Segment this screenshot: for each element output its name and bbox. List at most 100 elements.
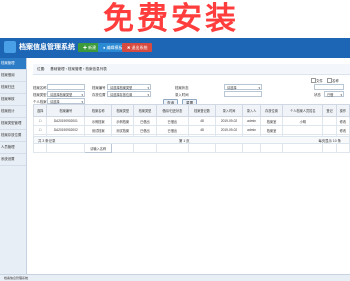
- chevron-down-icon: ▾: [340, 93, 342, 97]
- table-cell: [259, 143, 284, 153]
- table-cell: [133, 143, 157, 153]
- table-cell: 2019-09-02: [214, 125, 244, 135]
- pager-total: 共 3 条记录: [38, 139, 56, 143]
- archive-category-select[interactable]: 请选择档案类型 ▾: [47, 91, 85, 97]
- table-cell: DA20190902002: [46, 125, 86, 135]
- pager-page: 第 1 页: [179, 139, 190, 143]
- table-cell: 档案室: [259, 125, 284, 135]
- table-row[interactable]: ☐ DA20190902002 测试档案 测试档案 已借出 已借出 48 201…: [32, 125, 350, 135]
- sidebar-item-archive[interactable]: 档案管理: [0, 58, 26, 70]
- breadcrumb: 位置: 基础管理 › 档案管理 › 档案信息列表: [33, 64, 350, 75]
- select-value: 请选择档案类型: [50, 93, 73, 97]
- archive-table: 选择 档案编号 档案名称 档案类型 档案类型 借阅/归还状态 档案登记数 录入时…: [32, 104, 350, 153]
- select-value: 请选择档案类型: [110, 86, 133, 90]
- table-cell: DA20190902001: [46, 116, 86, 126]
- filter-label: 状态: [314, 93, 321, 97]
- column-header: 录入人: [242, 104, 261, 117]
- table-cell: [242, 143, 261, 153]
- row-checkbox[interactable]: ☐: [32, 125, 48, 135]
- breadcrumb-item[interactable]: 基础管理: [50, 67, 64, 71]
- checkbox-label: 名称: [332, 79, 339, 83]
- sidebar-item-people[interactable]: 人员管理: [0, 142, 26, 154]
- table-cell: 示例档案: [84, 116, 113, 126]
- filter-label: 档案类型: [33, 93, 47, 97]
- footer-text: 档案信息管理系统: [4, 276, 29, 280]
- borrow-state-select[interactable]: 已借 ▾: [324, 91, 344, 97]
- row-checkbox[interactable]: ☐: [32, 116, 48, 126]
- table-cell: 48: [188, 116, 216, 126]
- inline-name-input[interactable]: 请输入名称: [84, 143, 113, 153]
- table-cell: [322, 125, 337, 135]
- column-header: 录入时间: [214, 104, 244, 117]
- pager: 共 3 条记录 第 1 页 每页显示 10 条: [33, 136, 350, 144]
- table-cell: 已借出: [155, 116, 190, 126]
- table-row: 请输入名称: [32, 143, 350, 153]
- filter-label: 档案名称: [33, 86, 47, 90]
- column-header: 档案类型: [133, 104, 157, 117]
- table-cell: [282, 125, 324, 135]
- archive-name-input[interactable]: [47, 84, 85, 90]
- column-header: 借阅/归还状态: [155, 104, 190, 117]
- table-cell: [188, 143, 216, 153]
- edit-link[interactable]: 修改: [335, 125, 350, 135]
- table-cell: 小明: [282, 116, 324, 126]
- select-value: 请选择: [227, 86, 237, 90]
- breadcrumb-item: 档案信息列表: [85, 67, 107, 71]
- table-cell: admin: [242, 125, 261, 135]
- table-cell: [214, 143, 244, 153]
- checkbox-label: 文件: [316, 79, 323, 83]
- table-cell: 测试档案: [111, 125, 135, 135]
- column-header: 选择: [32, 104, 48, 117]
- promo-banner-text: 免费安装: [103, 1, 239, 37]
- sidebar-item-settings[interactable]: 系统设置: [0, 154, 26, 166]
- column-header: 档案登记数: [188, 104, 216, 117]
- sidebar: 档案管理 档案借阅 档案归还 档案审核 档案统计 档案类型管理 档案存放位置 人…: [0, 58, 27, 274]
- filter-label: 存放位置: [92, 93, 106, 97]
- chevron-down-icon: ▾: [147, 93, 149, 97]
- column-header: 档案类型: [111, 104, 135, 117]
- logout-button[interactable]: ✖ 退出系统: [122, 43, 153, 52]
- edit-link[interactable]: 修改: [335, 116, 350, 126]
- column-header: 个人档案人员姓名: [282, 104, 324, 117]
- sidebar-item-return[interactable]: 档案归还: [0, 82, 26, 94]
- table-cell: [111, 143, 135, 153]
- promo-banner: 免费安装: [0, 0, 350, 38]
- pager-size-select[interactable]: 每页显示 10 条: [318, 137, 341, 145]
- table-cell: 档案室: [259, 116, 284, 126]
- table-cell: admin: [242, 116, 261, 126]
- filter-label: 录入时间: [175, 93, 189, 97]
- column-header: 档案编号: [46, 104, 86, 117]
- table-cell: 已借出: [133, 116, 157, 126]
- sidebar-item-borrow[interactable]: 档案借阅: [0, 70, 26, 82]
- table-cell: 已借出: [133, 125, 157, 135]
- sidebar-item-location[interactable]: 档案存放位置: [0, 130, 26, 142]
- column-header: 操作: [335, 104, 350, 117]
- archive-type-select[interactable]: 请选择档案类型 ▾: [107, 84, 151, 90]
- archive-status-select[interactable]: 请选择 ▾: [224, 84, 262, 90]
- table-cell: [282, 143, 324, 153]
- breadcrumb-prefix: 位置:: [37, 67, 46, 71]
- select-value: 已借: [327, 93, 334, 97]
- table-row[interactable]: ☐ DA20190902001 示例档案 示例档案 已借出 已借出 48 201…: [32, 116, 350, 126]
- column-header: 存放位置: [259, 104, 284, 117]
- filter-label: 档案编号: [92, 86, 106, 90]
- app-title: 档案信息管理系统: [19, 44, 75, 51]
- table-cell: 测试档案: [84, 125, 113, 135]
- storage-location-select[interactable]: 请选择存放位置 ▾: [107, 91, 151, 97]
- table-header-row: 选择 档案编号 档案名称 档案类型 档案类型 借阅/归还状态 档案登记数 录入时…: [32, 104, 350, 117]
- column-header: 档案名称: [84, 104, 113, 117]
- table-cell: 48: [188, 125, 216, 135]
- column-header: 登记: [322, 104, 337, 117]
- entry-date-input[interactable]: [224, 91, 262, 97]
- main-content: 位置: 基础管理 › 档案管理 › 档案信息列表 档案名称 档案编号 请选择档案…: [27, 58, 350, 274]
- table-cell: 2019-09-02: [214, 116, 244, 126]
- breadcrumb-item[interactable]: 档案管理: [68, 67, 82, 71]
- app-logo-icon: [4, 41, 16, 53]
- table-cell: [322, 116, 337, 126]
- keyword-input[interactable]: [314, 84, 344, 90]
- sidebar-item-type[interactable]: 档案类型管理: [0, 118, 26, 130]
- table-cell: 示例档案: [111, 116, 135, 126]
- sidebar-item-stats[interactable]: 档案统计: [0, 106, 26, 118]
- select-value: 请选择存放位置: [110, 93, 133, 97]
- sidebar-item-review[interactable]: 档案审核: [0, 94, 26, 106]
